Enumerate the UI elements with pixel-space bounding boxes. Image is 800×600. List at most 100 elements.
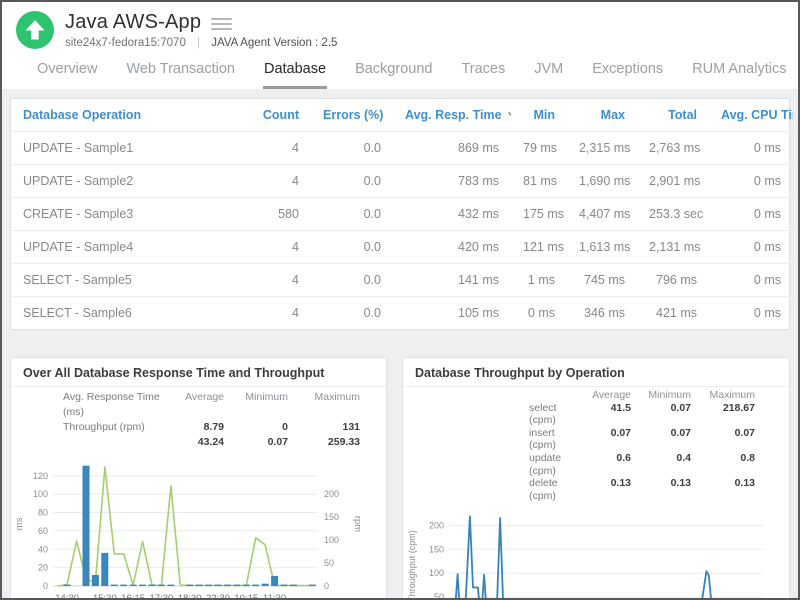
table-row[interactable]: UPDATE - Sample240.0783 ms81 ms1,690 ms2… (11, 165, 793, 198)
table-row[interactable]: CREATE - Sample35800.0432 ms175 ms4,407 … (11, 198, 793, 231)
tab-overview[interactable]: Overview (36, 57, 98, 89)
table-body: UPDATE - Sample140.0869 ms79 ms2,315 ms2… (11, 132, 793, 330)
cell-min: 1 ms (511, 264, 567, 297)
app-status-icon (16, 11, 54, 49)
stats-value: 0.07 (224, 435, 288, 450)
stats-value: 0 (224, 420, 288, 435)
table-row[interactable]: UPDATE - Sample140.0869 ms79 ms2,315 ms2… (11, 132, 793, 165)
stats-series-label: update (cpm) (529, 452, 573, 477)
cell-database-operation: UPDATE - Sample1 (11, 132, 249, 165)
cell-avg-resp-time: 105 ms (393, 297, 511, 330)
column-header-total[interactable]: Total (637, 99, 709, 132)
column-header-avg-cpu-time[interactable]: Avg. CPU Time (709, 99, 793, 132)
column-header-count[interactable]: Count (249, 99, 311, 132)
column-header-avg-resp-time[interactable]: Avg. Resp. Time (393, 99, 511, 132)
stats-value: 41.5 (573, 402, 631, 427)
table-row[interactable]: SELECT - Sample540.0141 ms1 ms745 ms796 … (11, 264, 793, 297)
database-operations-table: Database OperationCountErrors (%)Avg. Re… (11, 99, 793, 329)
tab-jvm[interactable]: JVM (533, 57, 564, 89)
svg-text:11:30: 11:30 (263, 593, 286, 600)
tab-traces[interactable]: Traces (460, 57, 506, 89)
stats-value: 218.67 (691, 402, 755, 427)
cell-min: 175 ms (511, 198, 567, 231)
stats-value: 0.07 (631, 402, 691, 427)
stats-value: 8.79 (166, 420, 224, 435)
chart-title: Over All Database Response Time and Thro… (11, 358, 386, 387)
cell-total: 2,763 ms (637, 132, 709, 165)
svg-text:Throughput (cpm): Throughput (cpm) (407, 531, 417, 600)
stats-value: 131 (288, 420, 360, 435)
stats-column-header: Maximum (691, 389, 755, 402)
svg-text:15:30: 15:30 (93, 593, 117, 600)
cell-max: 2,315 ms (567, 132, 637, 165)
stats-column-header: Minimum (224, 390, 288, 420)
column-header-max[interactable]: Max (567, 99, 637, 132)
cell-count: 4 (249, 132, 311, 165)
app-title: Java AWS-App (65, 11, 201, 34)
svg-text:14:30: 14:30 (55, 593, 79, 600)
cell-min: 121 ms (511, 231, 567, 264)
cell-database-operation: SELECT - Sample6 (11, 297, 249, 330)
svg-text:20: 20 (38, 563, 48, 573)
svg-text:40: 40 (38, 544, 48, 554)
stats-value: 0.13 (631, 477, 691, 502)
stats-value: 0.4 (631, 452, 691, 477)
column-header-min[interactable]: Min (511, 99, 567, 132)
database-operations-panel: Database OperationCountErrors (%)Avg. Re… (10, 98, 790, 330)
cell-avg-resp-time: 783 ms (393, 165, 511, 198)
stats-column-header: Average (166, 390, 224, 420)
column-header-errors[interactable]: Errors (%) (311, 99, 393, 132)
chart-panel-throughput-by-operation: Database Throughput by Operation Average… (402, 357, 790, 600)
stats-series-label: delete (cpm) (529, 477, 573, 502)
svg-text:200: 200 (324, 489, 339, 499)
tab-background[interactable]: Background (354, 57, 433, 89)
charts-row: Over All Database Response Time and Thro… (10, 357, 790, 600)
cell-database-operation: CREATE - Sample3 (11, 198, 249, 231)
tab-exceptions[interactable]: Exceptions (591, 57, 664, 89)
chart-title: Database Throughput by Operation (403, 358, 789, 387)
svg-text:100: 100 (33, 489, 48, 499)
column-header-database-operation[interactable]: Database Operation (11, 99, 249, 132)
stats-value: 0.13 (691, 477, 755, 502)
throughput-by-operation-chart: 05010015020014:0017:0020:0023:0002:0005:… (403, 503, 789, 600)
svg-text:150: 150 (324, 512, 339, 522)
svg-text:150: 150 (429, 545, 444, 555)
arrow-up-icon (16, 11, 54, 49)
stats-value: 0.13 (573, 477, 631, 502)
table-row[interactable]: UPDATE - Sample440.0420 ms121 ms1,613 ms… (11, 231, 793, 264)
cell-errors: 0.0 (311, 165, 393, 198)
cell-errors: 0.0 (311, 231, 393, 264)
cell-database-operation: UPDATE - Sample4 (11, 231, 249, 264)
tab-web-transaction[interactable]: Web Transaction (125, 57, 236, 89)
agent-version: JAVA Agent Version : 2.5 (211, 37, 337, 49)
tab-rum-analytics[interactable]: RUM Analytics (691, 57, 787, 89)
stats-value: 0.6 (573, 452, 631, 477)
cell-min: 0 ms (511, 297, 567, 330)
svg-text:50: 50 (434, 592, 444, 600)
svg-text:rpm: rpm (352, 516, 363, 532)
cell-total: 796 ms (637, 264, 709, 297)
sort-chevron-down (507, 111, 511, 118)
stats-value: 259.33 (288, 435, 360, 450)
stats-series-label: insert (cpm) (529, 427, 573, 452)
svg-text:80: 80 (38, 508, 48, 518)
cell-count: 4 (249, 297, 311, 330)
cell-total: 421 ms (637, 297, 709, 330)
cell-max: 1,690 ms (567, 165, 637, 198)
svg-text:120: 120 (33, 471, 48, 481)
cell-min: 79 ms (511, 132, 567, 165)
cell-max: 4,407 ms (567, 198, 637, 231)
cell-errors: 0.0 (311, 198, 393, 231)
svg-text:60: 60 (38, 526, 48, 536)
stats-series-label: select (cpm) (529, 402, 573, 427)
svg-text:0: 0 (324, 581, 329, 591)
tab-database[interactable]: Database (263, 57, 327, 89)
stats-series-label (63, 435, 166, 450)
table-row[interactable]: SELECT - Sample640.0105 ms0 ms346 ms421 … (11, 297, 793, 330)
app-window: Java AWS-App site24x7-fedora15:7070 | JA… (0, 0, 800, 600)
cell-avg-cpu-time: 0 ms (709, 165, 793, 198)
stats-series-label (529, 389, 573, 402)
menu-icon[interactable] (211, 16, 232, 30)
cell-avg-cpu-time: 0 ms (709, 264, 793, 297)
cell-min: 81 ms (511, 165, 567, 198)
